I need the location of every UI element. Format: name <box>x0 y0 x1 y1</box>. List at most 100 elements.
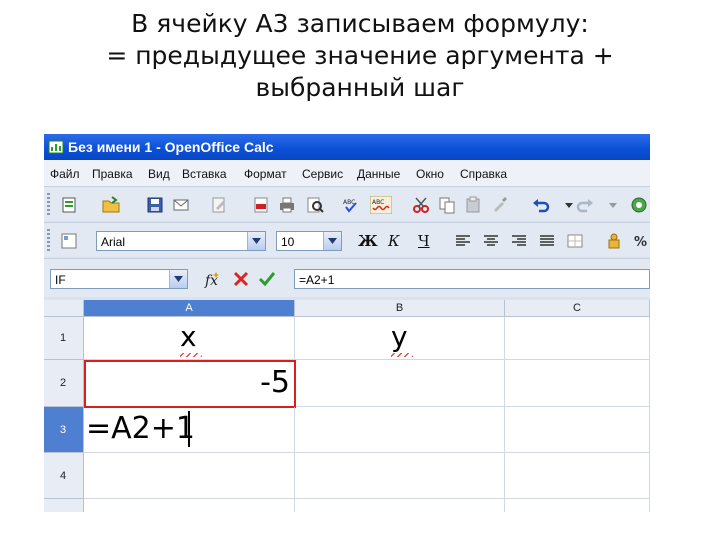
autospellcheck-icon[interactable]: ABC <box>370 196 392 214</box>
slide-title-line-2: = предыдущее значение аргумента + <box>106 41 614 70</box>
font-size-dropdown[interactable] <box>323 232 341 250</box>
window-titlebar[interactable]: Без имени 1 - OpenOffice Calc <box>44 134 650 160</box>
text-cursor <box>188 411 190 447</box>
align-left-icon[interactable] <box>454 232 472 250</box>
cell-b4[interactable] <box>295 453 505 499</box>
function-wizard-icon[interactable]: fx <box>204 270 222 288</box>
cell-a5[interactable] <box>84 499 295 512</box>
menu-bar: Файл Правка Вид Вставка Формат Сервис Да… <box>44 160 650 186</box>
percent-format-icon[interactable]: % <box>632 232 650 250</box>
chevron-down-icon <box>252 238 261 244</box>
cell-b3[interactable] <box>295 407 505 453</box>
cut-icon[interactable] <box>412 196 430 214</box>
cell-c2[interactable] <box>505 360 650 407</box>
standard-toolbar: ABC ABC <box>44 186 650 221</box>
cell-c4[interactable] <box>505 453 650 499</box>
column-header-c[interactable]: C <box>505 300 650 317</box>
redo-icon[interactable] <box>576 196 594 214</box>
row-header-1[interactable]: 1 <box>44 317 84 360</box>
menu-help[interactable]: Справка <box>460 167 507 181</box>
cell-a1[interactable]: x <box>84 317 295 360</box>
calc-app-icon <box>48 140 64 154</box>
cell-b1[interactable]: y <box>295 317 505 360</box>
formula-input[interactable]: =A2+1 <box>294 269 650 289</box>
row-header-5[interactable] <box>44 499 84 512</box>
styles-icon[interactable] <box>60 232 78 250</box>
bold-button[interactable]: Ж <box>358 232 378 250</box>
row-header-3[interactable]: 3 <box>44 407 84 453</box>
menu-data[interactable]: Данные <box>357 167 400 181</box>
slide-title: В ячейку А3 записываем формулу: = предыд… <box>0 8 720 104</box>
format-paintbrush-icon[interactable] <box>490 196 508 214</box>
slide-title-line-1: В ячейку А3 записываем формулу: <box>131 9 589 38</box>
paste-icon[interactable] <box>464 196 482 214</box>
font-name-dropdown[interactable] <box>247 232 265 250</box>
new-document-icon[interactable] <box>60 196 78 214</box>
formatting-toolbar: Arial 10 Ж К Ч % <box>44 222 650 257</box>
chevron-down-icon <box>174 276 183 282</box>
select-all-corner[interactable] <box>44 300 84 317</box>
save-icon[interactable] <box>146 196 164 214</box>
menu-tools[interactable]: Сервис <box>302 167 343 181</box>
cell-c3[interactable] <box>505 407 650 453</box>
merge-cells-icon[interactable] <box>566 232 584 250</box>
cell-a3-value: =A2+1 <box>86 411 195 446</box>
justify-icon[interactable] <box>538 232 556 250</box>
undo-icon[interactable] <box>532 196 550 214</box>
menu-format[interactable]: Формат <box>244 167 287 181</box>
align-right-icon[interactable] <box>510 232 528 250</box>
row-number: 2 <box>60 377 67 389</box>
cell-b1-value: y <box>391 320 408 353</box>
font-name-value: Arial <box>101 235 126 249</box>
name-box-dropdown[interactable] <box>169 270 187 288</box>
cell-b5[interactable] <box>295 499 505 512</box>
cell-c1[interactable] <box>505 317 650 360</box>
menu-insert[interactable]: Вставка <box>182 167 227 181</box>
svg-text:ABC: ABC <box>372 199 384 206</box>
copy-icon[interactable] <box>438 196 456 214</box>
chevron-down-icon <box>328 238 337 244</box>
name-box[interactable]: IF <box>50 269 188 289</box>
name-box-value: IF <box>55 273 66 287</box>
email-icon[interactable] <box>172 196 190 214</box>
cancel-x-icon[interactable] <box>232 270 250 288</box>
currency-format-icon[interactable] <box>606 232 624 250</box>
edit-file-icon[interactable] <box>210 196 228 214</box>
column-header-b[interactable]: B <box>295 300 505 317</box>
font-size-value: 10 <box>281 235 295 249</box>
font-name-combo[interactable]: Arial <box>96 231 266 251</box>
row-header-4[interactable]: 4 <box>44 453 84 499</box>
navigator-icon[interactable] <box>630 196 648 214</box>
menu-file[interactable]: Файл <box>50 167 80 181</box>
cell-a3[interactable]: =A2+1 <box>84 407 295 453</box>
align-center-icon[interactable] <box>482 232 500 250</box>
toolbar-grip[interactable] <box>47 229 50 251</box>
row-header-2[interactable]: 2 <box>44 360 84 407</box>
reference-highlight-a2 <box>84 360 296 408</box>
spellcheck-underline <box>391 353 413 357</box>
redo-dropdown-icon[interactable] <box>604 196 622 214</box>
print-icon[interactable] <box>278 196 296 214</box>
menu-edit[interactable]: Правка <box>92 167 133 181</box>
export-pdf-icon[interactable] <box>252 196 270 214</box>
open-folder-icon[interactable] <box>102 196 120 214</box>
cell-a4[interactable] <box>84 453 295 499</box>
slide-title-line-3: выбранный шаг <box>255 73 465 102</box>
spellcheck-icon[interactable]: ABC <box>342 196 360 214</box>
accept-check-icon[interactable] <box>258 270 276 288</box>
column-header-a[interactable]: A <box>84 300 295 317</box>
formula-input-value: =A2+1 <box>299 273 335 287</box>
font-size-combo[interactable]: 10 <box>276 231 342 251</box>
svg-text:%: % <box>634 235 647 250</box>
cell-a1-value: x <box>180 320 197 353</box>
underline-button[interactable]: Ч <box>418 232 430 250</box>
cell-c5[interactable] <box>505 499 650 512</box>
toolbar-grip[interactable] <box>47 193 50 215</box>
print-preview-icon[interactable] <box>306 196 324 214</box>
row-number: 1 <box>60 332 67 344</box>
spellcheck-underline <box>180 353 202 357</box>
menu-window[interactable]: Окно <box>416 167 444 181</box>
menu-view[interactable]: Вид <box>148 167 170 181</box>
italic-button[interactable]: К <box>388 232 400 250</box>
cell-b2[interactable] <box>295 360 505 407</box>
